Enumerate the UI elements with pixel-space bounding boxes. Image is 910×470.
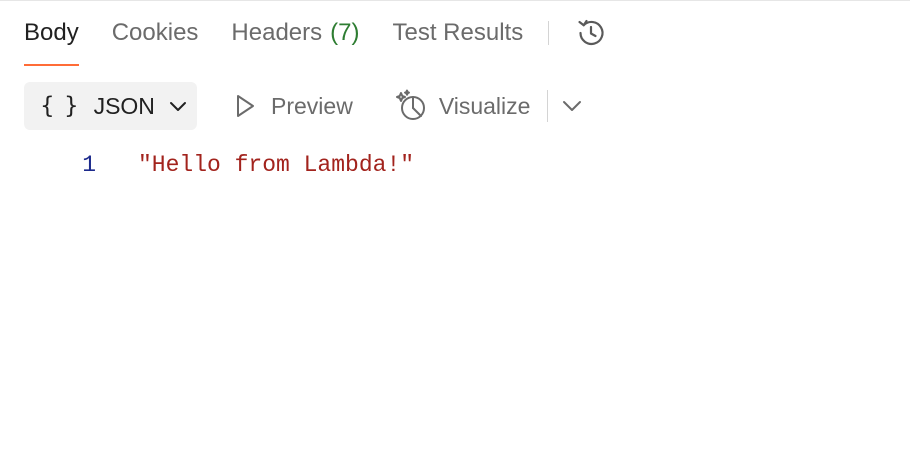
- tab-headers[interactable]: Headers (7): [231, 0, 359, 66]
- tab-cookies[interactable]: Cookies: [112, 0, 199, 66]
- chevron-down-icon: [169, 100, 187, 112]
- chevron-down-icon: [563, 101, 582, 111]
- toolbar-divider: [547, 90, 549, 122]
- tab-test-results-label: Test Results: [392, 19, 524, 46]
- code-line: 1 "Hello from Lambda!": [0, 148, 414, 182]
- more-options-button[interactable]: [562, 82, 582, 130]
- headers-count-badge: (7): [330, 19, 360, 46]
- preview-label: Preview: [271, 92, 353, 119]
- tab-headers-label: Headers: [231, 19, 323, 46]
- visualize-icon: [395, 89, 425, 120]
- format-label: JSON: [93, 92, 155, 119]
- response-body-editor[interactable]: 1 "Hello from Lambda!": [0, 148, 414, 182]
- visualize-label: Visualize: [438, 92, 531, 119]
- history-button[interactable]: [574, 16, 608, 50]
- visualize-button[interactable]: Visualize: [395, 82, 531, 130]
- line-number: 1: [82, 152, 96, 178]
- tab-body-label: Body: [24, 19, 79, 46]
- braces-icon: { }: [40, 93, 80, 119]
- format-select[interactable]: { } JSON: [24, 82, 197, 130]
- tabs-divider: [548, 21, 550, 45]
- tab-body[interactable]: Body: [24, 0, 79, 66]
- response-tabs: Body Cookies Headers (7) Test Results: [24, 0, 608, 66]
- response-toolbar: { } JSON Preview Visualize: [24, 82, 582, 130]
- play-icon: [237, 95, 254, 117]
- tab-cookies-label: Cookies: [111, 19, 199, 46]
- tab-test-results[interactable]: Test Results: [392, 0, 523, 66]
- preview-button[interactable]: Preview: [233, 82, 353, 130]
- history-icon: [578, 19, 604, 46]
- line-content: "Hello from Lambda!": [138, 152, 415, 178]
